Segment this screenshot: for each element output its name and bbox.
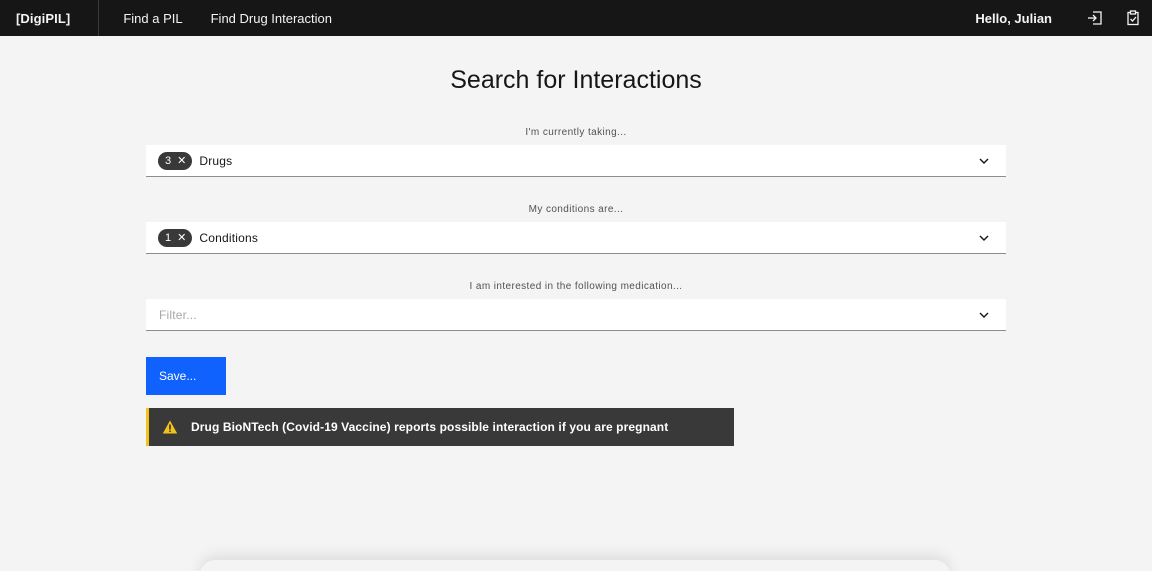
medication-filter-input[interactable] [159,307,939,322]
conditions-count: 1 [165,231,172,244]
user-greeting: Hello, Julian [975,10,1052,26]
nav-find-drug-interaction[interactable]: Find Drug Interaction [197,0,346,36]
medication-label: I am interested in the following medicat… [469,281,683,292]
login-icon[interactable] [1076,0,1114,36]
drugs-label: I'm currently taking... [525,127,627,138]
chevron-down-icon[interactable] [978,155,990,167]
main-nav: Find a PIL Find Drug Interaction [109,0,346,36]
warning-notification: Drug BioNTech (Covid-19 Vaccine) reports… [146,408,734,446]
notification-text: Drug BioNTech (Covid-19 Vaccine) reports… [191,420,669,434]
brand-logo[interactable]: [DigiPIL] [0,0,100,36]
bottom-panel-edge [200,560,950,571]
medication-combobox[interactable] [146,299,1006,331]
conditions-select-text: Conditions [199,230,259,245]
chevron-down-icon[interactable] [978,232,990,244]
drugs-multiselect[interactable]: 3 ✕ Drugs [146,145,1006,177]
conditions-label: My conditions are... [528,204,624,215]
save-button[interactable]: Save... [146,357,226,395]
chevron-down-icon[interactable] [978,309,990,321]
drugs-selected-tag[interactable]: 3 ✕ [158,151,193,170]
page-title: Search for Interactions [450,66,702,94]
warning-icon [162,420,178,434]
drugs-select-text: Drugs [199,153,233,168]
header-actions: Hello, Julian [975,0,1152,36]
conditions-multiselect[interactable]: 1 ✕ Conditions [146,222,1006,254]
clipboard-check-icon[interactable] [1114,0,1152,36]
nav-find-pil[interactable]: Find a PIL [109,0,196,36]
clear-drugs-icon[interactable]: ✕ [177,154,186,167]
conditions-selected-tag[interactable]: 1 ✕ [158,228,193,247]
drugs-count: 3 [165,154,172,167]
clear-conditions-icon[interactable]: ✕ [177,231,186,244]
top-header: [DigiPIL] Find a PIL Find Drug Interacti… [0,0,1152,36]
